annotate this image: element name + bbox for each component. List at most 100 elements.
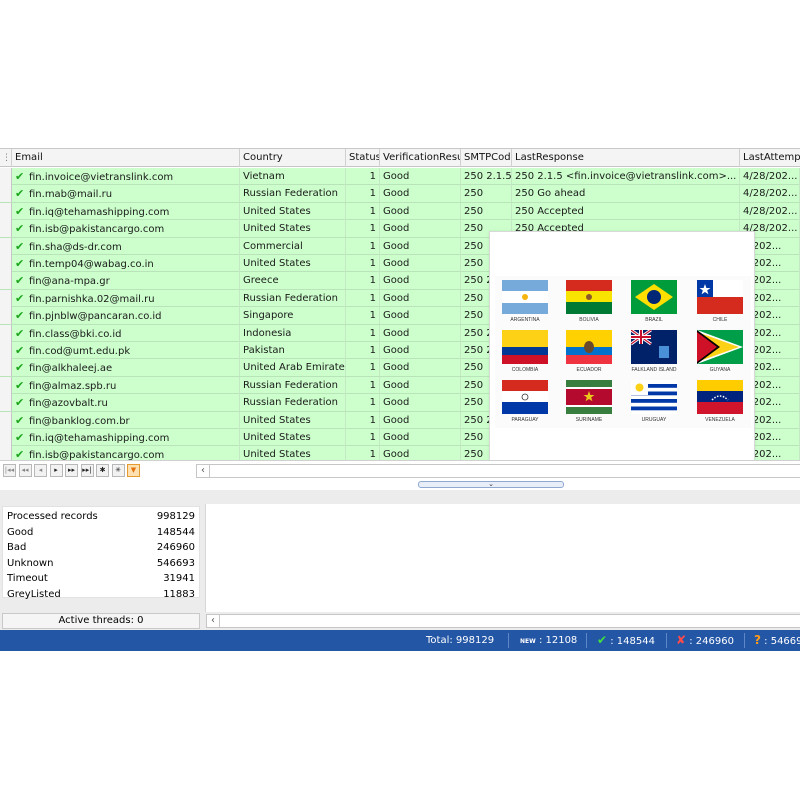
- row-selector[interactable]: [0, 359, 12, 377]
- prev-page-icon[interactable]: ◂◂: [18, 464, 32, 477]
- flag-paraguay: PARAGUAY: [502, 380, 548, 423]
- column-header-last-attempt[interactable]: LastAttempt: [740, 149, 800, 167]
- next-page-icon[interactable]: ▸▸: [65, 464, 78, 477]
- status-cell: 1: [346, 255, 380, 272]
- asterisk-icon[interactable]: ✱: [96, 464, 109, 477]
- email-cell: ✔ fin@azovbalt.ru: [12, 394, 240, 412]
- column-header-country[interactable]: Country: [240, 149, 346, 167]
- log-horizontal-scrollbar[interactable]: [220, 614, 800, 628]
- status-cell: 1: [346, 411, 380, 429]
- row-selector[interactable]: [0, 307, 12, 325]
- check-icon: ✔: [15, 326, 25, 340]
- check-icon: ✔: [15, 378, 25, 392]
- star-icon[interactable]: ✳: [111, 464, 125, 477]
- smtp-code-cell: 250 2.1.5: [461, 168, 512, 185]
- stat-value: 246960: [156, 542, 195, 553]
- stat-row: Bad 246960: [3, 540, 201, 555]
- flag-suriname: SURINAME: [566, 380, 612, 423]
- row-selector[interactable]: [0, 237, 12, 255]
- panel-splitter[interactable]: ⌄: [0, 480, 800, 490]
- row-selector[interactable]: [0, 324, 12, 342]
- verification-result-cell: Good: [380, 411, 461, 429]
- country-cell: United States: [240, 446, 346, 460]
- table-row[interactable]: ✔ fin.invoice@vietranslink.com Vietnam 1 Goo…: [0, 168, 800, 186]
- row-selector[interactable]: [0, 429, 12, 446]
- check-icon: ✔: [15, 204, 25, 218]
- next-icon[interactable]: ▸: [49, 464, 63, 477]
- check-icon: ✔: [15, 291, 25, 305]
- stat-row: GreyListed 11883: [3, 587, 201, 602]
- check-icon: ✔: [15, 448, 25, 460]
- column-header-status[interactable]: Status: [346, 149, 380, 167]
- email-cell: ✔ fin.cod@umt.edu.pk: [12, 342, 240, 359]
- prev-icon[interactable]: ◂: [34, 464, 47, 477]
- flag-brazil: BRAZIL: [631, 280, 677, 323]
- filter-icon[interactable]: ▼: [127, 464, 140, 477]
- flags-image: ARGENTINA BOLIVIA BRAZIL CHILE COLOMBIA ECUAD…: [489, 231, 755, 463]
- column-chooser-icon[interactable]: ⋮: [0, 149, 12, 167]
- country-cell: Vietnam: [240, 168, 346, 185]
- row-selector[interactable]: [0, 272, 12, 290]
- verification-result-cell: Good: [380, 307, 461, 325]
- row-selector[interactable]: [0, 446, 12, 460]
- row-selector[interactable]: [0, 202, 12, 220]
- email-cell: ✔ fin.isb@pakistancargo.com: [12, 446, 240, 460]
- email-text: fin@almaz.spb.ru: [29, 380, 117, 392]
- email-text: fin.isb@pakistancargo.com: [29, 450, 165, 460]
- column-header-last-response[interactable]: LastResponse: [512, 149, 740, 167]
- flag-label: VENEZUELA: [705, 417, 735, 423]
- status-bar: Total: 998129 NEW : 12108 ✔ : 148544 ✘ :…: [0, 630, 800, 651]
- log-scroll-left-button[interactable]: ‹: [206, 614, 220, 628]
- status-cell: 1: [346, 324, 380, 342]
- email-text: fin.sha@ds-dr.com: [29, 241, 122, 253]
- check-icon: ✔: [15, 187, 25, 201]
- status-cell: 1: [346, 429, 380, 446]
- last-icon[interactable]: ▸▸|: [80, 464, 94, 477]
- email-cell: ✔ fin.iq@tehamashipping.com: [12, 202, 240, 220]
- row-selector[interactable]: [0, 411, 12, 429]
- row-selector[interactable]: [0, 220, 12, 238]
- verification-result-cell: Good: [380, 272, 461, 290]
- stat-row: Good 148544: [3, 525, 201, 540]
- table-row[interactable]: ✔ fin.iq@tehamashipping.com United States 1…: [0, 202, 800, 221]
- status-cell: 1: [346, 289, 380, 307]
- verification-result-cell: Good: [380, 168, 461, 185]
- verification-result-cell: Good: [380, 255, 461, 272]
- row-selector[interactable]: [0, 289, 12, 307]
- stat-value: 148544: [156, 526, 195, 538]
- country-cell: Russian Federation: [240, 185, 346, 203]
- status-cell: 1: [346, 272, 380, 290]
- row-selector[interactable]: [0, 168, 12, 185]
- chevron-down-icon[interactable]: ⌄: [418, 481, 564, 488]
- country-cell: United Arab Emirates: [240, 359, 346, 377]
- status-bad: ✘ : 246960: [676, 630, 734, 651]
- column-header-smtp-code[interactable]: SMTPCode: [461, 149, 512, 167]
- email-text: fin.parnishka.02@mail.ru: [29, 293, 155, 305]
- stat-label: Bad: [7, 542, 27, 553]
- row-selector[interactable]: [0, 255, 12, 272]
- column-header-verification-result[interactable]: VerificationResult: [380, 149, 461, 167]
- verification-result-cell: Good: [380, 342, 461, 359]
- check-icon: ✔: [15, 344, 25, 357]
- grid-horizontal-scrollbar[interactable]: [210, 464, 800, 478]
- grid-navigator: |◂◂ ◂◂ ◂ ▸ ▸▸ ▸▸| ✱ ✳ ▼ ‹: [0, 460, 800, 480]
- flag-label: GUYANA: [709, 367, 731, 373]
- stat-label: Timeout: [7, 573, 48, 584]
- flag-label: SURINAME: [575, 417, 603, 423]
- first-icon[interactable]: |◂◂: [3, 464, 16, 477]
- last-attempt-cell: 4/28/202...: [740, 185, 800, 203]
- email-cell: ✔ fin@banklog.com.br: [12, 411, 240, 429]
- flag-argentina: ARGENTINA: [502, 280, 548, 323]
- row-selector[interactable]: [0, 376, 12, 394]
- table-row[interactable]: ✔ fin.mab@mail.ru Russian Federation 1 Good 2…: [0, 185, 800, 203]
- column-header-email[interactable]: Email: [12, 149, 240, 167]
- scroll-left-button[interactable]: ‹: [196, 464, 210, 478]
- email-text: fin.invoice@vietranslink.com: [29, 172, 174, 183]
- country-cell: Russian Federation: [240, 394, 346, 412]
- stat-row: Timeout 31941: [3, 571, 201, 586]
- row-selector[interactable]: [0, 342, 12, 359]
- check-icon: ✔: [15, 361, 25, 375]
- row-selector[interactable]: [0, 394, 12, 412]
- row-selector[interactable]: [0, 185, 12, 203]
- email-text: fin@alkhaleej.ae: [29, 363, 113, 375]
